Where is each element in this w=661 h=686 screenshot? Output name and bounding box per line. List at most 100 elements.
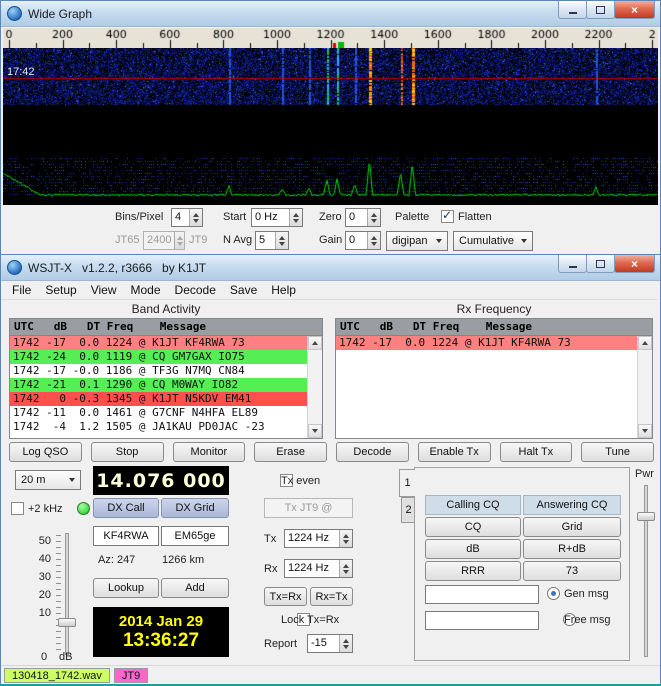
wide-graph-title: Wide Graph <box>28 6 93 21</box>
spectrum-mode-select[interactable]: Cumulative <box>453 231 533 251</box>
flatten-checkbox[interactable]: ✓ <box>441 208 454 223</box>
enable-tx-button[interactable]: Enable Tx <box>417 442 491 462</box>
menu-decode[interactable]: Decode <box>168 281 223 299</box>
free-msg-field[interactable] <box>425 611 539 630</box>
db-ruler <box>56 535 61 655</box>
bins-spinner[interactable]: 4 <box>171 208 203 227</box>
band-activity-title: Band Activity <box>131 302 201 316</box>
minimize-icon[interactable] <box>558 255 587 273</box>
wide-graph-window: Wide Graph × 17:42 Bins/Pixel 4 Start 0 … <box>0 0 661 255</box>
tune-button[interactable]: Tune <box>581 442 654 462</box>
decode-row[interactable]: 1742 -17 0.0 1224 @ K1JT KF4RWA 73 <box>10 336 307 350</box>
controls-area: 20 m 14.076 000 +2 kHz DX Call DX Grid 5… <box>1 466 660 665</box>
73-button[interactable]: 73 <box>523 561 621 581</box>
db-unit-label: dB <box>59 651 73 663</box>
rrr-button[interactable]: RRR <box>425 561 521 581</box>
scroll-down-icon[interactable] <box>638 424 652 438</box>
maximize-icon[interactable] <box>586 255 615 273</box>
rx-label: Rx <box>264 563 278 575</box>
menu-view[interactable]: View <box>84 281 124 299</box>
tx-eq-rx-button[interactable]: Tx=Rx <box>264 587 307 606</box>
chevron-down-icon <box>521 239 527 243</box>
clock-time: 13:36:27 <box>122 629 200 651</box>
zero-spinner[interactable]: 0 <box>345 208 381 227</box>
close-icon[interactable]: × <box>614 1 655 19</box>
db-scale-label: 30 <box>38 571 51 583</box>
decode-row[interactable]: 1742 -17 0.0 1224 @ K1JT KF4RWA 73 <box>336 336 637 350</box>
answering-cq-header: Answering CQ <box>523 495 621 515</box>
waterfall[interactable] <box>3 48 658 205</box>
decode-row[interactable]: 1742 -4 1.2 1505 @ JA1KAU PD0JAC -23 <box>10 420 307 434</box>
erase-button[interactable]: Erase <box>254 442 327 462</box>
dx-grid-button[interactable]: DX Grid <box>161 498 229 518</box>
stop-button[interactable]: Stop <box>90 442 164 462</box>
db-slider[interactable] <box>58 533 76 655</box>
decode-row[interactable]: 1742 -17 -0.0 1186 @ TF3G N7MQ CN84 <box>10 364 307 378</box>
pwr-slider-handle[interactable] <box>637 512 655 521</box>
menu-mode[interactable]: Mode <box>124 281 168 299</box>
decode-row[interactable]: 1742 0 -0.3 1345 @ K1JT N5KDV EM41 <box>10 392 307 406</box>
tx-freq-spinner[interactable]: 1224 Hz <box>284 529 353 548</box>
waterfall-timestamp: 17:42 <box>7 66 35 78</box>
monitor-button[interactable]: Monitor <box>172 442 246 462</box>
plus2khz-checkbox[interactable] <box>11 502 24 515</box>
wide-graph-titlebar[interactable]: Wide Graph × <box>1 1 660 27</box>
band-activity-scrollbar[interactable] <box>307 336 322 438</box>
halt-tx-button[interactable]: Halt Tx <box>499 442 573 462</box>
db-slider-handle[interactable] <box>58 618 76 627</box>
menu-save[interactable]: Save <box>223 281 264 299</box>
tab-1[interactable]: 1 <box>399 469 415 497</box>
bins-label: Bins/Pixel <box>115 211 164 223</box>
close-icon[interactable]: × <box>614 255 655 273</box>
tab-2[interactable]: 2 <box>401 497 415 523</box>
rx-freq-spinner[interactable]: 1224 Hz <box>284 559 353 578</box>
navg-spinner[interactable]: 5 <box>255 231 289 250</box>
rx-frequency-scrollbar[interactable] <box>637 336 652 438</box>
gen-msg-radio[interactable] <box>547 587 560 600</box>
chevron-down-icon <box>436 239 442 243</box>
db-scale-label: 50 <box>38 535 51 547</box>
jt65-label: JT65 <box>115 234 140 246</box>
log-qso-button[interactable]: Log QSO <box>9 442 82 462</box>
decode-button[interactable]: Decode <box>336 442 409 462</box>
decode-row[interactable]: 1742 -11 0.0 1461 @ G7CNF N4HFA EL89 <box>10 406 307 420</box>
lookup-button[interactable]: Lookup <box>93 578 159 598</box>
palette-label: Palette <box>395 211 430 223</box>
report-spinner[interactable]: -15 <box>307 634 353 653</box>
scroll-up-icon[interactable] <box>638 336 652 350</box>
start-spinner[interactable]: 0 Hz <box>251 208 303 227</box>
grid-button[interactable]: Grid <box>523 517 621 537</box>
dx-call-field[interactable]: KF4RWA <box>93 526 159 546</box>
menu-help[interactable]: Help <box>264 281 303 299</box>
mode-chip: JT9 <box>113 667 149 683</box>
menu-bar: File Setup View Mode Decode Save Help <box>1 281 658 300</box>
report-label: Report <box>264 638 298 650</box>
dx-call-button[interactable]: DX Call <box>93 498 159 518</box>
band-activity-panel: UTC dB DT Freq Message 1742 -17 0.0 1224… <box>9 318 323 439</box>
wsjtx-window: WSJT-X v1.2.2, r3666 by K1JT × File Setup… <box>0 254 661 684</box>
pwr-slider[interactable] <box>637 485 655 657</box>
frequency-scale[interactable] <box>3 28 658 48</box>
scroll-down-icon[interactable] <box>308 424 322 438</box>
band-select[interactable]: 20 m <box>15 470 81 490</box>
palette-select[interactable]: digipan <box>386 231 448 251</box>
dx-grid-field[interactable]: EM65ge <box>161 526 229 546</box>
wsjtx-titlebar[interactable]: WSJT-X v1.2.2, r3666 by K1JT × <box>1 255 660 281</box>
add-button[interactable]: Add <box>161 578 229 598</box>
menu-setup[interactable]: Setup <box>38 281 83 299</box>
gen-msg-field[interactable] <box>425 585 539 604</box>
cq-button[interactable]: CQ <box>425 517 521 537</box>
plus2khz-label: +2 kHz <box>28 503 63 515</box>
menu-file[interactable]: File <box>5 281 38 299</box>
tx-mode-field: Tx JT9 @ <box>264 498 353 518</box>
scroll-up-icon[interactable] <box>308 336 322 350</box>
rx-eq-tx-button[interactable]: Rx=Tx <box>310 587 353 606</box>
decode-row[interactable]: 1742 -21 0.1 1290 @ CQ M0WAY IO82 <box>10 378 307 392</box>
db-button[interactable]: dB <box>425 539 521 559</box>
gain-spinner[interactable]: 0 <box>345 231 381 250</box>
r-db-button[interactable]: R+dB <box>523 539 621 559</box>
decode-row[interactable]: 1742 -24 0.0 1119 @ CQ GM7GAX IO75 <box>10 350 307 364</box>
jt9-label: JT9 <box>189 234 208 246</box>
maximize-icon[interactable] <box>586 1 615 19</box>
minimize-icon[interactable] <box>558 1 587 19</box>
